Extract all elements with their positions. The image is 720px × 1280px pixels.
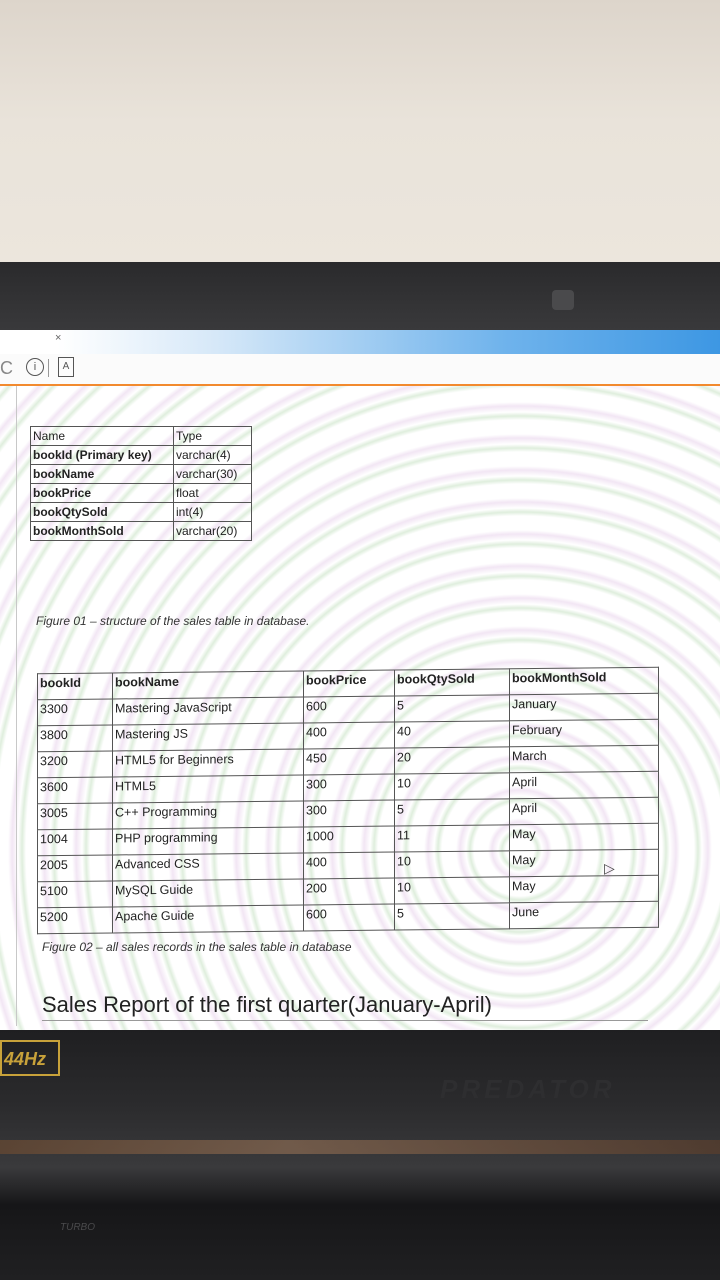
webcam (552, 290, 574, 310)
table-row: bookPrice float (30, 483, 252, 503)
monitor-bottom-bezel (0, 1030, 720, 1280)
table-cell: March (509, 745, 659, 773)
table-cell: April (509, 797, 659, 825)
structure-table: Name Type bookId (Primary key) varchar(4… (30, 426, 252, 541)
sales-records-table: bookId bookName bookPrice bookQtySold bo… (37, 667, 659, 935)
table-cell: 5 (394, 798, 510, 827)
table-row: bookQtySold int(4) (30, 502, 252, 522)
table-cell: 40 (394, 720, 510, 749)
field-type: varchar(20) (173, 521, 252, 541)
table-cell: 600 (303, 696, 395, 723)
table-cell: 400 (303, 852, 395, 879)
table-cell: 5200 (37, 906, 113, 934)
table-cell: 600 (303, 904, 395, 931)
table-row: bookId (Primary key) varchar(4) (30, 445, 252, 465)
field-name: bookQtySold (30, 502, 174, 522)
column-header: bookQtySold (394, 668, 510, 697)
info-icon[interactable]: i (26, 358, 44, 376)
desk-edge (0, 1140, 720, 1154)
table-cell: PHP programming (112, 826, 304, 855)
table-cell: HTML5 (112, 774, 304, 803)
column-header: bookName (112, 670, 304, 699)
table-cell: 2005 (37, 854, 113, 882)
tab-close-icon[interactable]: × (55, 332, 61, 344)
page-margin-line (16, 386, 17, 1026)
toolbar-divider (48, 359, 49, 377)
table-row: bookName varchar(30) (30, 464, 252, 484)
table-cell: C++ Programming (112, 800, 304, 829)
table-cell: 10 (394, 772, 510, 801)
column-header: bookId (37, 672, 113, 700)
field-name: bookId (Primary key) (30, 445, 174, 465)
table-cell: 1000 (303, 826, 395, 853)
wall-background (0, 0, 720, 270)
reload-icon[interactable]: C (0, 358, 13, 379)
field-type: varchar(4) (173, 445, 252, 465)
browser-address-bar: C i A (0, 354, 720, 386)
column-header: bookPrice (303, 670, 395, 697)
table-cell: 5 (394, 902, 510, 931)
column-header-name: Name (30, 426, 174, 446)
table-cell: 20 (394, 746, 510, 775)
table-cell: January (509, 693, 659, 721)
table-cell: MySQL Guide (112, 878, 304, 907)
table-cell: 3200 (37, 750, 113, 778)
table-cell: April (509, 771, 659, 799)
report-heading: Sales Report of the first quarter(Januar… (42, 992, 648, 1021)
monitor-top-bezel (0, 262, 720, 334)
table-cell: 300 (303, 774, 395, 801)
table-header-row: Name Type (30, 426, 252, 446)
field-name: bookMonthSold (30, 521, 174, 541)
table-cell: May (509, 823, 659, 851)
field-name: bookName (30, 464, 174, 484)
table-row: bookMonthSold varchar(20) (30, 521, 252, 541)
table-cell: February (509, 719, 659, 747)
refresh-rate-badge: 44Hz (0, 1040, 60, 1076)
table-cell: Mastering JavaScript (112, 696, 304, 725)
field-type: varchar(30) (173, 464, 252, 484)
turbo-label: TURBO (60, 1222, 95, 1233)
table-cell: 3800 (37, 724, 113, 752)
table-cell: 11 (394, 824, 510, 853)
table-cell: 1004 (37, 828, 113, 856)
mouse-cursor-icon: ▷ (604, 860, 615, 876)
brand-logo: PREDATOR (440, 1074, 616, 1104)
table-cell: Advanced CSS (112, 852, 304, 881)
table-row: 5200 Apache Guide 600 5 June (37, 901, 659, 934)
table-cell: 3005 (37, 802, 113, 830)
column-header: bookMonthSold (509, 667, 659, 695)
table-cell: 300 (303, 800, 395, 827)
monitor-screen: × C i A Name Type bookId (Primary key) v… (0, 330, 720, 1030)
browser-tab-bar: × (0, 330, 720, 354)
field-type: int(4) (173, 502, 252, 522)
table-cell: 3300 (37, 698, 113, 726)
table-cell: 200 (303, 878, 395, 905)
field-type: float (173, 483, 252, 503)
figure-2-caption: Figure 02 – all sales records in the sal… (42, 940, 352, 954)
table-cell: 10 (394, 876, 510, 905)
table-cell: 3600 (37, 776, 113, 804)
table-cell: Apache Guide (112, 904, 304, 933)
table-cell: 5 (394, 694, 510, 723)
table-cell: HTML5 for Beginners (112, 748, 304, 777)
table-cell: 10 (394, 850, 510, 879)
table-cell: May (509, 849, 659, 877)
figure-1-caption: Figure 01 – structure of the sales table… (36, 614, 310, 628)
column-header-type: Type (173, 426, 252, 446)
field-name: bookPrice (30, 483, 174, 503)
table-cell: May (509, 875, 659, 903)
table-cell: 450 (303, 748, 395, 775)
table-cell: June (509, 901, 659, 929)
table-cell: 5100 (37, 880, 113, 908)
document-icon[interactable]: A (58, 357, 74, 377)
table-cell: 400 (303, 722, 395, 749)
table-cell: Mastering JS (112, 722, 304, 751)
